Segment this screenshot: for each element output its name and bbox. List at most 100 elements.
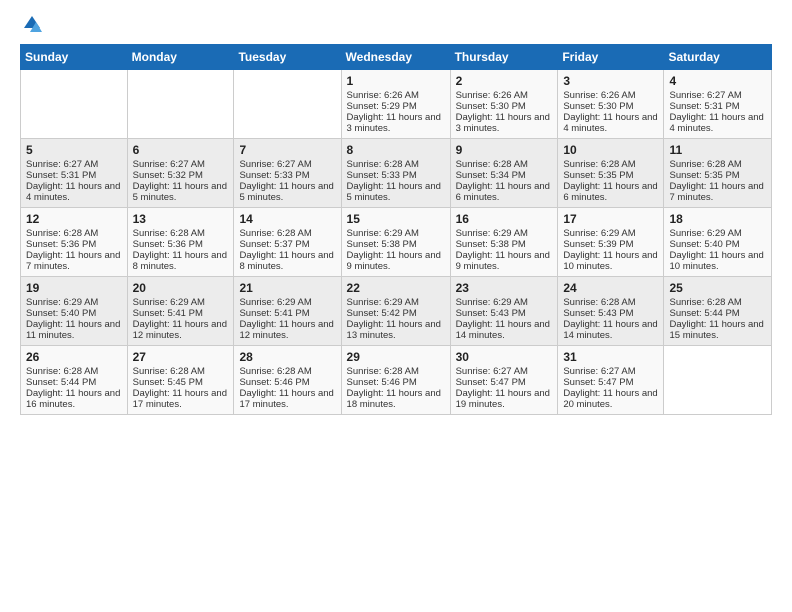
day-info-line: Sunset: 5:40 PM bbox=[26, 308, 122, 319]
day-info-line: Sunrise: 6:29 AM bbox=[456, 228, 553, 239]
day-number: 24 bbox=[563, 281, 658, 295]
day-number: 31 bbox=[563, 350, 658, 364]
day-info-line: Sunset: 5:39 PM bbox=[563, 239, 658, 250]
calendar-cell: 5Sunrise: 6:27 AMSunset: 5:31 PMDaylight… bbox=[21, 139, 128, 208]
day-info-line: Daylight: 11 hours and 14 minutes. bbox=[563, 319, 658, 341]
day-info-line: Sunrise: 6:28 AM bbox=[456, 159, 553, 170]
day-info-line: Daylight: 11 hours and 12 minutes. bbox=[133, 319, 229, 341]
day-info-line: Sunrise: 6:28 AM bbox=[26, 228, 122, 239]
day-info-line: Sunrise: 6:27 AM bbox=[26, 159, 122, 170]
day-info-line: Sunset: 5:47 PM bbox=[563, 377, 658, 388]
day-info-line: Sunset: 5:41 PM bbox=[133, 308, 229, 319]
calendar-cell: 21Sunrise: 6:29 AMSunset: 5:41 PMDayligh… bbox=[234, 277, 341, 346]
day-info-line: Sunset: 5:35 PM bbox=[669, 170, 766, 181]
day-info-line: Sunrise: 6:29 AM bbox=[347, 228, 445, 239]
day-info-line: Sunset: 5:31 PM bbox=[26, 170, 122, 181]
day-info-line: Sunrise: 6:26 AM bbox=[563, 90, 658, 101]
calendar-cell: 24Sunrise: 6:28 AMSunset: 5:43 PMDayligh… bbox=[558, 277, 664, 346]
day-info-line: Sunset: 5:41 PM bbox=[239, 308, 335, 319]
calendar-cell: 28Sunrise: 6:28 AMSunset: 5:46 PMDayligh… bbox=[234, 346, 341, 415]
day-info-line: Daylight: 11 hours and 17 minutes. bbox=[239, 388, 335, 410]
day-info-line: Sunrise: 6:28 AM bbox=[239, 228, 335, 239]
day-info-line: Sunset: 5:44 PM bbox=[669, 308, 766, 319]
day-info-line: Sunrise: 6:29 AM bbox=[26, 297, 122, 308]
calendar-cell: 26Sunrise: 6:28 AMSunset: 5:44 PMDayligh… bbox=[21, 346, 128, 415]
day-info-line: Sunset: 5:43 PM bbox=[563, 308, 658, 319]
day-info-line: Daylight: 11 hours and 4 minutes. bbox=[563, 112, 658, 134]
day-info-line: Sunset: 5:36 PM bbox=[133, 239, 229, 250]
day-info-line: Sunrise: 6:29 AM bbox=[456, 297, 553, 308]
day-info-line: Sunrise: 6:28 AM bbox=[133, 228, 229, 239]
day-info-line: Sunset: 5:47 PM bbox=[456, 377, 553, 388]
calendar-week-1: 1Sunrise: 6:26 AMSunset: 5:29 PMDaylight… bbox=[21, 70, 772, 139]
weekday-header-friday: Friday bbox=[558, 45, 664, 70]
day-number: 20 bbox=[133, 281, 229, 295]
calendar-cell: 16Sunrise: 6:29 AMSunset: 5:38 PMDayligh… bbox=[450, 208, 558, 277]
day-info-line: Daylight: 11 hours and 3 minutes. bbox=[456, 112, 553, 134]
day-number: 28 bbox=[239, 350, 335, 364]
day-info-line: Sunrise: 6:28 AM bbox=[26, 366, 122, 377]
day-number: 13 bbox=[133, 212, 229, 226]
calendar-cell: 13 Sunrise: 6:28 AMSunset: 5:36 PMDayligh… bbox=[127, 208, 234, 277]
calendar-cell: 7Sunrise: 6:27 AMSunset: 5:33 PMDaylight… bbox=[234, 139, 341, 208]
day-info-line: Sunrise: 6:29 AM bbox=[239, 297, 335, 308]
day-info-line: Sunrise: 6:28 AM bbox=[563, 159, 658, 170]
day-info-line: Daylight: 11 hours and 9 minutes. bbox=[347, 250, 445, 272]
calendar-cell: 2 Sunrise: 6:26 AMSunset: 5:30 PMDaylight… bbox=[450, 70, 558, 139]
day-info-line: Sunset: 5:34 PM bbox=[456, 170, 553, 181]
day-info-line: Sunrise: 6:26 AM bbox=[456, 90, 553, 101]
day-info-line: Sunset: 5:36 PM bbox=[26, 239, 122, 250]
calendar-cell: 20 Sunrise: 6:29 AMSunset: 5:41 PMDayligh… bbox=[127, 277, 234, 346]
day-info-line: Sunset: 5:30 PM bbox=[563, 101, 658, 112]
header bbox=[20, 16, 772, 34]
day-number: 2 bbox=[456, 74, 553, 88]
day-info-line: Daylight: 11 hours and 12 minutes. bbox=[239, 319, 335, 341]
day-info-line: Sunset: 5:44 PM bbox=[26, 377, 122, 388]
day-info-line: Sunrise: 6:28 AM bbox=[669, 159, 766, 170]
day-info-line: Daylight: 11 hours and 10 minutes. bbox=[563, 250, 658, 272]
calendar-cell bbox=[234, 70, 341, 139]
day-number: 14 bbox=[239, 212, 335, 226]
day-number: 11 bbox=[669, 143, 766, 157]
day-info-line: Daylight: 11 hours and 6 minutes. bbox=[456, 181, 553, 203]
day-info-line: Sunset: 5:29 PM bbox=[347, 101, 445, 112]
day-info-line: Sunset: 5:38 PM bbox=[456, 239, 553, 250]
day-info-line: Sunset: 5:43 PM bbox=[456, 308, 553, 319]
weekday-header-monday: Monday bbox=[127, 45, 234, 70]
day-info-line: Daylight: 11 hours and 14 minutes. bbox=[456, 319, 553, 341]
calendar-week-5: 26Sunrise: 6:28 AMSunset: 5:44 PMDayligh… bbox=[21, 346, 772, 415]
calendar-cell: 23Sunrise: 6:29 AMSunset: 5:43 PMDayligh… bbox=[450, 277, 558, 346]
day-info-line: Daylight: 11 hours and 18 minutes. bbox=[347, 388, 445, 410]
day-info-line: Daylight: 11 hours and 9 minutes. bbox=[456, 250, 553, 272]
day-info-line: Daylight: 11 hours and 7 minutes. bbox=[669, 181, 766, 203]
day-info-line: Daylight: 11 hours and 13 minutes. bbox=[347, 319, 445, 341]
day-info-line: Sunset: 5:33 PM bbox=[239, 170, 335, 181]
day-info-line: Sunset: 5:46 PM bbox=[347, 377, 445, 388]
calendar-cell: 8Sunrise: 6:28 AMSunset: 5:33 PMDaylight… bbox=[341, 139, 450, 208]
weekday-header-row: SundayMondayTuesdayWednesdayThursdayFrid… bbox=[21, 45, 772, 70]
day-number: 12 bbox=[26, 212, 122, 226]
day-info-line: Daylight: 11 hours and 8 minutes. bbox=[133, 250, 229, 272]
day-info-line: Sunset: 5:31 PM bbox=[669, 101, 766, 112]
day-info-line: Sunset: 5:30 PM bbox=[456, 101, 553, 112]
calendar-cell: 4Sunrise: 6:27 AMSunset: 5:31 PMDaylight… bbox=[664, 70, 772, 139]
day-info-line: Sunrise: 6:29 AM bbox=[669, 228, 766, 239]
calendar-cell: 17Sunrise: 6:29 AMSunset: 5:39 PMDayligh… bbox=[558, 208, 664, 277]
day-info-line: Sunrise: 6:29 AM bbox=[133, 297, 229, 308]
day-number: 18 bbox=[669, 212, 766, 226]
day-number: 30 bbox=[456, 350, 553, 364]
weekday-header-tuesday: Tuesday bbox=[234, 45, 341, 70]
day-info-line: Sunset: 5:37 PM bbox=[239, 239, 335, 250]
day-number: 19 bbox=[26, 281, 122, 295]
day-info-line: Sunrise: 6:28 AM bbox=[133, 366, 229, 377]
day-info-line: Sunset: 5:42 PM bbox=[347, 308, 445, 319]
calendar-cell: 14Sunrise: 6:28 AMSunset: 5:37 PMDayligh… bbox=[234, 208, 341, 277]
calendar-cell: 31Sunrise: 6:27 AMSunset: 5:47 PMDayligh… bbox=[558, 346, 664, 415]
day-number: 5 bbox=[26, 143, 122, 157]
day-info-line: Daylight: 11 hours and 7 minutes. bbox=[26, 250, 122, 272]
day-number: 10 bbox=[563, 143, 658, 157]
calendar-cell: 15Sunrise: 6:29 AMSunset: 5:38 PMDayligh… bbox=[341, 208, 450, 277]
calendar-cell bbox=[127, 70, 234, 139]
day-info-line: Daylight: 11 hours and 5 minutes. bbox=[347, 181, 445, 203]
day-info-line: Sunset: 5:32 PM bbox=[133, 170, 229, 181]
